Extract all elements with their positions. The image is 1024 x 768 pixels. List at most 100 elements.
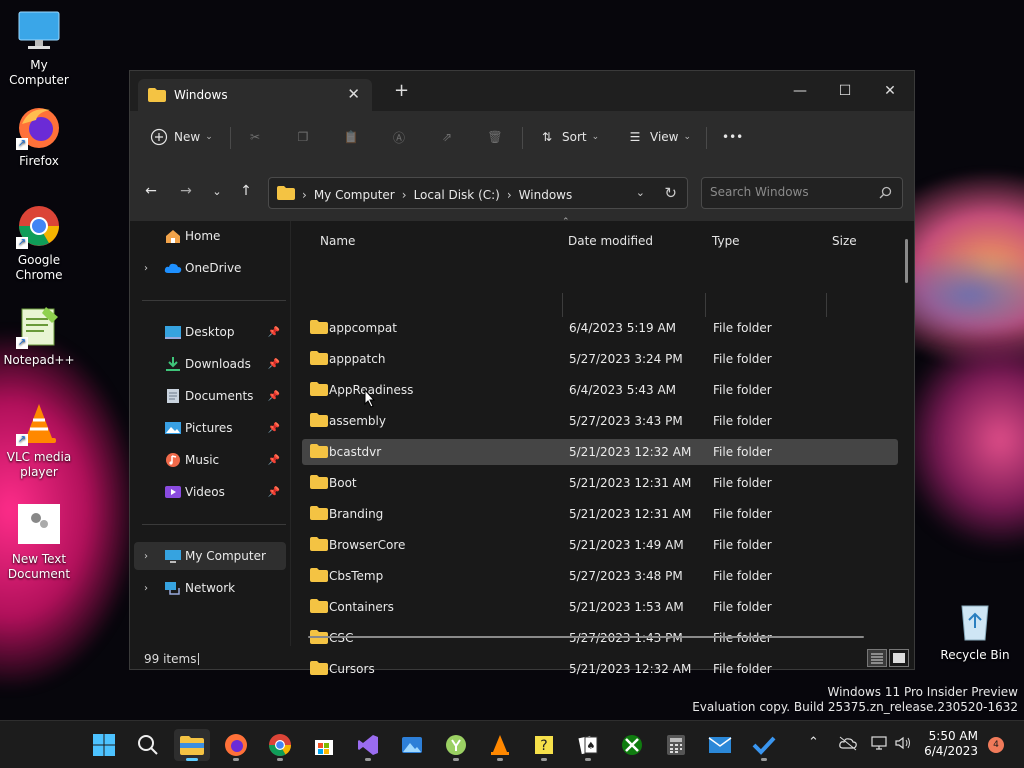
table-row[interactable]: BrowserCore 5/21/2023 1:49 AM File folder: [302, 532, 898, 558]
desktop-icon-new-text-document[interactable]: New Text Document: [1, 502, 77, 582]
chevron-right-icon: ›: [401, 187, 407, 202]
minimize-button[interactable]: —: [778, 77, 822, 105]
taskbar-mail[interactable]: [702, 729, 738, 761]
breadcrumb-local-disk[interactable]: Local Disk (C:): [414, 188, 500, 202]
search-box[interactable]: [701, 177, 903, 209]
taskbar-visual-studio[interactable]: [350, 729, 386, 761]
system-clock[interactable]: 5:50 AM 6/4/2023: [920, 729, 978, 759]
table-row[interactable]: Containers 5/21/2023 1:53 AM File folder: [302, 594, 898, 620]
sort-button[interactable]: ⇅ Sort ⌄: [538, 125, 599, 149]
address-dropdown-chevron-icon[interactable]: ⌄: [636, 186, 645, 199]
pin-icon[interactable]: 📌: [268, 327, 280, 338]
taskbar-file-explorer[interactable]: [174, 729, 210, 761]
desktop-icon-firefox[interactable]: ↗ Firefox: [1, 104, 77, 169]
taskbar-app-green[interactable]: [438, 729, 474, 761]
video-icon: [164, 484, 182, 500]
breadcrumb-my-computer[interactable]: My Computer: [314, 188, 395, 202]
taskbar-calculator[interactable]: [658, 729, 694, 761]
pane-splitter[interactable]: [290, 221, 291, 646]
table-row[interactable]: assembly 5/27/2023 3:43 PM File folder: [302, 408, 898, 434]
taskbar-firefox[interactable]: [218, 729, 254, 761]
recent-locations-chevron-icon[interactable]: ⌄: [206, 185, 228, 198]
breadcrumb-windows[interactable]: Windows: [519, 188, 573, 202]
desktop-icon-recycle-bin[interactable]: Recycle Bin: [937, 598, 1013, 663]
chevron-right-icon[interactable]: ›: [144, 583, 148, 594]
taskbar-search-button[interactable]: [130, 729, 166, 761]
taskbar-solitaire[interactable]: ♠: [570, 729, 606, 761]
column-header-size[interactable]: Size: [832, 229, 857, 253]
table-row[interactable]: AppReadiness 6/4/2023 5:43 AM File folder: [302, 377, 898, 403]
nav-item-music[interactable]: Music 📌: [134, 446, 286, 474]
nav-item-home[interactable]: Home: [134, 222, 286, 250]
taskbar-microsoft-store[interactable]: [306, 729, 342, 761]
share-button[interactable]: ⇗: [438, 125, 462, 149]
new-tab-button[interactable]: +: [394, 82, 409, 100]
title-bar[interactable]: Windows ✕ + — ☐ ✕: [130, 71, 914, 111]
search-icon[interactable]: [879, 186, 892, 202]
copy-button[interactable]: ❐: [294, 125, 318, 149]
vertical-scrollbar[interactable]: [905, 239, 908, 283]
nav-item-downloads[interactable]: Downloads 📌: [134, 350, 286, 378]
start-button[interactable]: [86, 729, 122, 761]
taskbar-vlc[interactable]: [482, 729, 518, 761]
maximize-button[interactable]: ☐: [823, 77, 867, 105]
column-header-name[interactable]: Name: [320, 229, 355, 253]
paste-button[interactable]: 📋: [342, 125, 366, 149]
close-window-button[interactable]: ✕: [868, 77, 912, 105]
details-view-icon[interactable]: [867, 649, 887, 667]
back-arrow-icon[interactable]: ←: [140, 183, 162, 199]
desktop-icon-notepad-plus-plus[interactable]: ↗ Notepad++: [1, 303, 77, 368]
large-icons-view-icon[interactable]: [889, 649, 909, 667]
pin-icon[interactable]: 📌: [268, 391, 280, 402]
notification-badge[interactable]: 4: [988, 737, 1004, 753]
horizontal-scrollbar[interactable]: [308, 636, 864, 638]
taskbar-chrome[interactable]: [262, 729, 298, 761]
address-bar[interactable]: › My Computer › Local Disk (C:) › Window…: [268, 177, 688, 209]
table-row[interactable]: bcastdvr 5/21/2023 12:32 AM File folder: [302, 439, 898, 465]
cut-button[interactable]: ✂: [246, 125, 270, 149]
new-button[interactable]: New ⌄: [150, 125, 213, 149]
delete-button[interactable]: 🗑: [486, 125, 510, 149]
nav-item-onedrive[interactable]: › OneDrive: [134, 254, 286, 282]
rename-button[interactable]: Ⓐ: [390, 125, 414, 149]
chevron-right-icon[interactable]: ›: [144, 551, 148, 562]
taskbar-todo[interactable]: [746, 729, 782, 761]
nav-item-videos[interactable]: Videos 📌: [134, 478, 286, 506]
file-type: File folder: [713, 352, 772, 366]
close-tab-icon[interactable]: ✕: [347, 85, 360, 103]
nav-item-my-computer[interactable]: › My Computer: [134, 542, 286, 570]
taskbar-help-tool[interactable]: ?: [526, 729, 562, 761]
forward-arrow-icon[interactable]: →: [175, 183, 197, 199]
taskbar-xbox[interactable]: [614, 729, 650, 761]
refresh-icon[interactable]: ↻: [664, 184, 677, 202]
table-row[interactable]: apppatch 5/27/2023 3:24 PM File folder: [302, 346, 898, 372]
nav-item-pictures[interactable]: Pictures 📌: [134, 414, 286, 442]
show-hidden-icons-chevron-icon[interactable]: ⌃: [808, 735, 819, 750]
pin-icon[interactable]: 📌: [268, 455, 280, 466]
more-options-button[interactable]: •••: [722, 125, 743, 149]
desktop-icon-vlc-media-player[interactable]: ↗ VLC media player: [1, 400, 77, 480]
column-header-date-modified[interactable]: Date modified: [568, 229, 653, 253]
pin-icon[interactable]: 📌: [268, 359, 280, 370]
search-input[interactable]: [710, 185, 870, 199]
view-button[interactable]: ☰ View ⌄: [626, 125, 691, 149]
pin-icon[interactable]: 📌: [268, 487, 280, 498]
pin-icon[interactable]: 📌: [268, 423, 280, 434]
volume-tray-icon[interactable]: [894, 735, 912, 755]
table-row[interactable]: Branding 5/21/2023 12:31 AM File folder: [302, 501, 898, 527]
table-row[interactable]: Boot 5/21/2023 12:31 AM File folder: [302, 470, 898, 496]
taskbar-photos[interactable]: [394, 729, 430, 761]
tab-windows[interactable]: Windows ✕: [138, 79, 372, 111]
nav-item-desktop[interactable]: Desktop 📌: [134, 318, 286, 346]
nav-item-documents[interactable]: Documents 📌: [134, 382, 286, 410]
table-row[interactable]: appcompat 6/4/2023 5:19 AM File folder: [302, 315, 898, 341]
onedrive-tray-icon[interactable]: [838, 735, 858, 755]
chevron-right-icon[interactable]: ›: [144, 263, 148, 274]
table-row[interactable]: CbsTemp 5/27/2023 3:48 PM File folder: [302, 563, 898, 589]
nav-item-network[interactable]: › Network: [134, 574, 286, 602]
up-arrow-icon[interactable]: ↑: [235, 183, 257, 199]
column-header-type[interactable]: Type: [712, 229, 740, 253]
desktop-icon-google-chrome[interactable]: ↗ Google Chrome: [1, 203, 77, 283]
network-tray-icon[interactable]: [870, 735, 888, 755]
desktop-icon-my-computer[interactable]: My Computer: [1, 8, 77, 88]
